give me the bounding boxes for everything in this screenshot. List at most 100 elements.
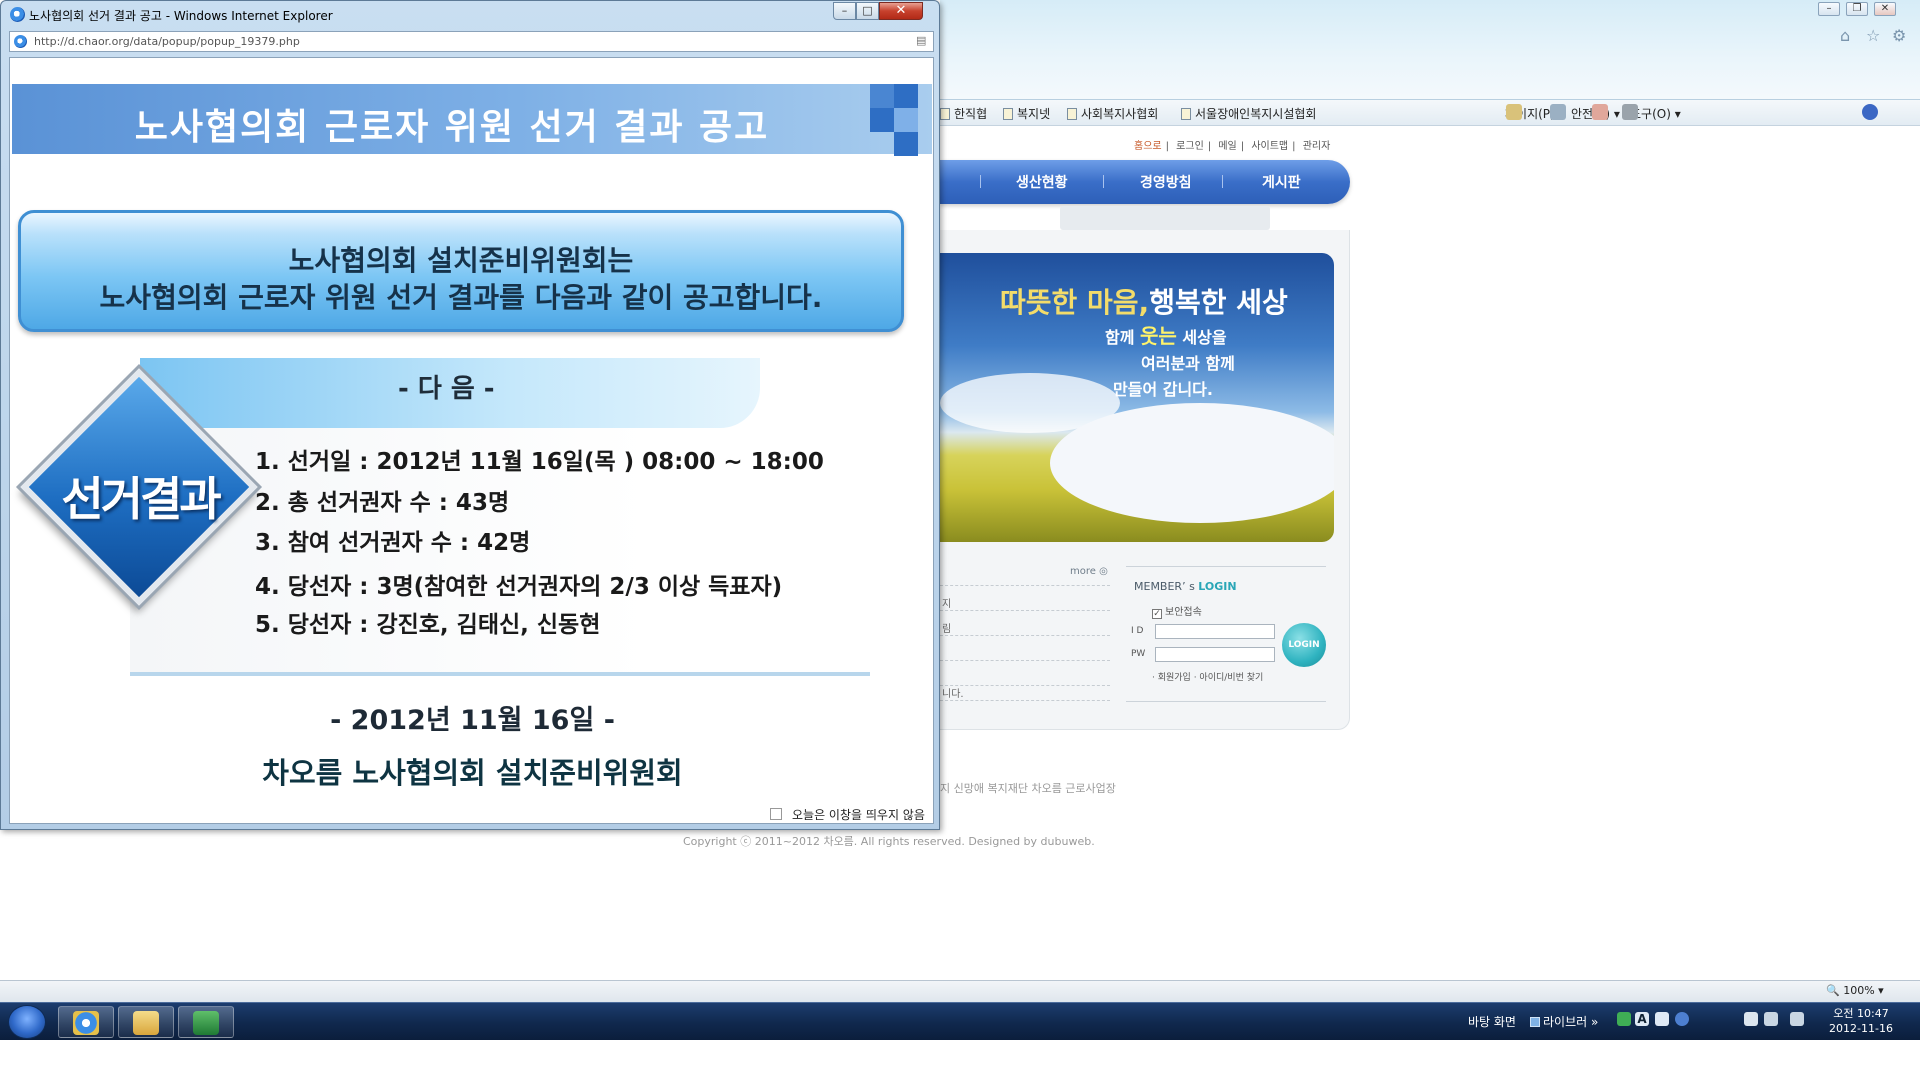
- id-input[interactable]: [1155, 624, 1275, 639]
- taskbar-excel-button[interactable]: [178, 1006, 234, 1038]
- page-icon: [1003, 108, 1013, 120]
- login-button[interactable]: LOGIN: [1282, 623, 1326, 667]
- pw-label: PW: [1131, 649, 1146, 659]
- hero-title-part-a: 따뜻한 마음,: [1000, 286, 1150, 319]
- ime-mode-icon[interactable]: A: [1635, 1012, 1649, 1026]
- taskbar-explorer-button[interactable]: [118, 1006, 174, 1038]
- login-help-links[interactable]: · 회원가입 · 아이디/비번 찾기: [1152, 670, 1263, 683]
- news-item-fragment[interactable]: 지: [942, 595, 951, 610]
- dont-show-today-option[interactable]: 오늘은 이창을 띄우지 않음: [770, 806, 925, 823]
- ime-hanja-icon[interactable]: [1655, 1012, 1669, 1026]
- decor-square: [870, 108, 894, 132]
- internet-explorer-icon: [10, 7, 25, 22]
- announcement-banner: 노사협의회 근로자 위원 선거 결과 공고: [12, 84, 932, 156]
- result-item-election-date: 1. 선거일 : 2012년 11월 16일(목 ) 08:00 ~ 18:00: [255, 449, 824, 475]
- login-title-a: MEMBER’ s: [1134, 580, 1199, 593]
- start-button[interactable]: [8, 1005, 46, 1039]
- news-item-fragment[interactable]: 니다.: [942, 685, 964, 700]
- dont-show-checkbox[interactable]: [770, 808, 782, 820]
- hero-banner-image: 따뜻한 마음,행복한 세상 함께 웃는 세상을 여러분과 함께 만들어 갑니다.: [940, 253, 1334, 542]
- popup-address-bar[interactable]: http://d.chaor.org/data/popup/popup_1937…: [9, 31, 934, 52]
- decor-square: [894, 108, 918, 132]
- favorite-link-3[interactable]: 사회복지사협회: [1067, 105, 1158, 122]
- favorite-link-1[interactable]: 한직협: [940, 105, 987, 122]
- site-navigation: 생산현황 경영방침 게시판: [940, 160, 1350, 204]
- nav-management[interactable]: 경영방침: [1140, 172, 1192, 192]
- news-divider: [940, 700, 1110, 701]
- decor-square: [870, 84, 894, 108]
- nav-production[interactable]: 생산현황: [1016, 172, 1068, 192]
- main-close-button[interactable]: ✕: [1874, 2, 1896, 16]
- result-item-participating-voters: 3. 참여 선거권자 수 : 42명: [255, 530, 531, 556]
- site-link-login[interactable]: 로그인: [1176, 141, 1204, 152]
- news-divider: [940, 610, 1110, 611]
- popup-window: 노사협의회 선거 결과 공고 - Windows Internet Explor…: [0, 0, 940, 830]
- action-center-flag-icon[interactable]: [1744, 1012, 1758, 1026]
- announcing-organization: 차오름 노사협의회 설치준비위원회: [262, 756, 683, 790]
- favorite-label: 복지넷: [1017, 107, 1051, 121]
- hero-title-part-b: 행복한 세상: [1149, 286, 1288, 319]
- secure-label: 보안접속: [1165, 607, 1202, 618]
- print-icon[interactable]: [1622, 104, 1638, 120]
- page-icon: [1067, 108, 1077, 120]
- nav-board[interactable]: 게시판: [1262, 172, 1301, 192]
- news-item-fragment[interactable]: 림: [942, 620, 951, 635]
- page-icon: [1181, 108, 1191, 120]
- favorite-link-2[interactable]: 복지넷: [1003, 105, 1050, 122]
- id-label: I D: [1131, 626, 1144, 636]
- volume-icon[interactable]: [1790, 1012, 1804, 1026]
- dont-show-label: 오늘은 이창을 띄우지 않음: [792, 808, 925, 822]
- system-clock[interactable]: 오전 10:47 2012-11-16: [1816, 1006, 1906, 1036]
- home-icon[interactable]: ⌂: [1840, 26, 1850, 45]
- decor-square: [894, 132, 918, 156]
- clock-time: 오전 10:47: [1833, 1007, 1889, 1020]
- site-link-admin[interactable]: 관리자: [1303, 141, 1331, 152]
- sub-nav-strip: [1060, 206, 1270, 230]
- tray-help-icon[interactable]: [1675, 1012, 1689, 1026]
- hill-shape: [1050, 403, 1334, 523]
- popup-window-title: 노사협의회 선거 결과 공고 - Windows Internet Explor…: [29, 9, 333, 23]
- secure-login-checkbox[interactable]: ✓ 보안접속: [1152, 603, 1202, 619]
- pw-input[interactable]: [1155, 647, 1275, 662]
- taskbar-ie-button[interactable]: [58, 1006, 114, 1038]
- folder-icon: [133, 1011, 159, 1035]
- news-divider: [940, 685, 1110, 686]
- feeds-icon[interactable]: [1550, 104, 1566, 120]
- popup-minimize-button[interactable]: –: [833, 2, 856, 20]
- news-divider: [940, 635, 1110, 636]
- site-link-sitemap[interactable]: 사이트맵: [1251, 141, 1288, 152]
- popup-url[interactable]: http://d.chaor.org/data/popup/popup_1937…: [34, 35, 300, 48]
- favorites-bar: 한직협 복지넷 사회복지사협회 서울장애인복지시설협회 페이지(P) ▾ 안전(…: [940, 100, 1920, 126]
- gear-icon[interactable]: ⚙: [1892, 26, 1906, 45]
- zoom-level: 100%: [1843, 984, 1875, 997]
- nav-separator: [1222, 175, 1223, 188]
- mail-icon[interactable]: [1592, 104, 1608, 120]
- network-status-icon[interactable]: [1764, 1012, 1778, 1026]
- favorite-link-4[interactable]: 서울장애인복지시설협회: [1181, 105, 1316, 122]
- news-more-link[interactable]: more ◎: [1070, 566, 1108, 577]
- popup-content: 노사협의회 근로자 위원 선거 결과 공고 노사협의회 설치준비위원회는 노사협…: [9, 57, 934, 824]
- clock-date: 2012-11-16: [1829, 1022, 1893, 1035]
- main-restore-button[interactable]: ❐: [1846, 2, 1868, 16]
- site-link-home[interactable]: 홈으로: [1134, 141, 1162, 152]
- nav-separator: [980, 175, 981, 188]
- live-toolbar[interactable]: 라이브러 »: [1530, 1013, 1598, 1030]
- announcement-title: 노사협의회 근로자 위원 선거 결과 공고: [134, 107, 770, 148]
- zoom-control[interactable]: 🔍 100% ▾: [1826, 984, 1884, 997]
- news-divider: [940, 660, 1110, 661]
- page-report-icon[interactable]: ▤: [916, 34, 926, 47]
- help-icon[interactable]: [1862, 104, 1878, 120]
- popup-close-button[interactable]: ✕: [879, 2, 923, 20]
- favorites-star-icon[interactable]: ☆: [1866, 26, 1880, 45]
- site-link-mail[interactable]: 메일: [1218, 141, 1236, 152]
- desktop-toolbar-label[interactable]: 바탕 화면: [1468, 1013, 1516, 1030]
- popup-maximize-button[interactable]: □: [856, 2, 879, 20]
- login-title-b: LOGIN: [1198, 580, 1237, 593]
- home-toolbar-icon[interactable]: [1506, 104, 1522, 120]
- notice-line-2: 노사협의회 근로자 위원 선거 결과를 다음과 같이 공고합니다.: [99, 281, 823, 314]
- result-item-winner-count: 4. 당선자 : 3명(참여한 선거권자의 2/3 이상 득표자): [255, 574, 783, 600]
- excel-icon: [193, 1011, 219, 1035]
- notice-line-1: 노사협의회 설치준비위원회는: [288, 244, 634, 277]
- main-minimize-button[interactable]: –: [1818, 2, 1840, 16]
- tray-network-icon[interactable]: [1617, 1012, 1631, 1026]
